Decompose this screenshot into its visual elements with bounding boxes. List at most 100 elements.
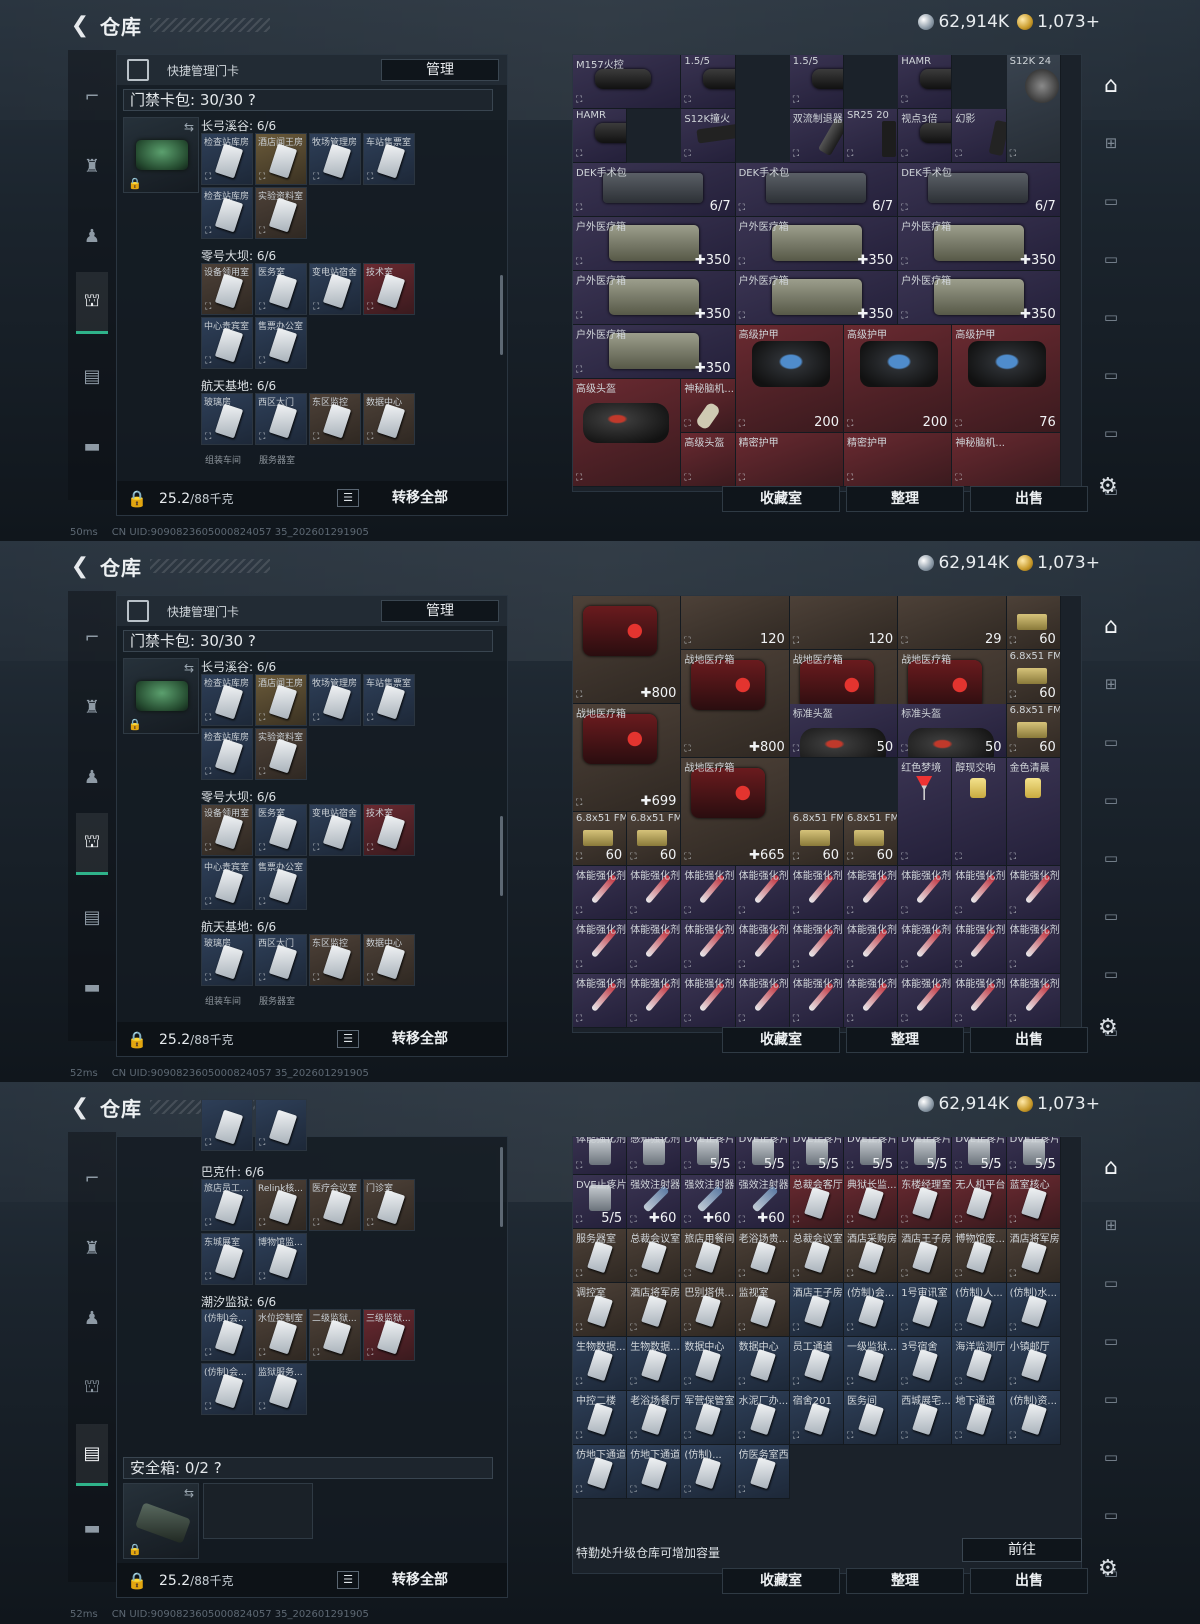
inventory-item[interactable]: 博物馆废... ⛶ <box>952 1229 1007 1283</box>
card-bag-count[interactable]: 门禁卡包: 30/30 ? <box>123 630 493 652</box>
inventory-item[interactable]: DVE止疼片 5/5 ⛶ <box>789 1137 844 1175</box>
inventory-item[interactable]: 金色清晨 ⛶ <box>1006 758 1061 866</box>
inventory-item[interactable]: 服务器室 ⛶ <box>573 1229 628 1283</box>
keycard[interactable]: 东区监控 ⛶ <box>309 393 361 445</box>
scrollbar[interactable] <box>500 1147 503 1227</box>
inventory-item[interactable]: 120 ⛶ <box>789 596 899 650</box>
inventory-item[interactable]: 强效注射器 ✚60 ⛶ <box>681 1175 736 1229</box>
organize-button[interactable]: 整理 <box>846 1027 964 1053</box>
inventory-item[interactable]: 员工通道 ⛶ <box>789 1337 844 1391</box>
inventory-item[interactable]: 体能强化剂 ⛶ <box>681 920 736 974</box>
inventory-item[interactable]: 高级护甲 200 ⛶ <box>844 325 953 433</box>
keycard[interactable]: ⛶ <box>255 1099 307 1151</box>
inventory-item[interactable]: 仿地下通道 ⛶ <box>627 1445 682 1499</box>
inventory-item[interactable]: 6.8x51 FMJ 60 ⛶ <box>1006 704 1061 758</box>
inventory-item[interactable]: DVE止疼片 5/5 ⛶ <box>681 1137 736 1175</box>
storage-4-icon[interactable]: ▭ <box>1096 1384 1126 1414</box>
inventory-item[interactable]: 神秘脑机... ⛶ <box>681 379 736 433</box>
keycard[interactable]: 售票办公室 ⛶ <box>255 858 307 910</box>
settings-gear-icon[interactable]: ⚙ <box>1098 1556 1118 1581</box>
inventory-item[interactable]: DVE止疼片 5/5 ⛶ <box>844 1137 899 1175</box>
inventory-item[interactable]: 1.5/5 ⛶ <box>681 55 736 109</box>
inventory-item[interactable]: 户外医疗箱 ✚350 ⛶ <box>573 217 736 271</box>
inventory-item[interactable]: 仿地下通道 ⛶ <box>573 1445 628 1499</box>
inventory-item[interactable]: 体能强化剂 ⛶ <box>573 866 628 920</box>
inventory-item[interactable]: S12K 24 ⛶ <box>1006 55 1061 163</box>
nav-toolbox-icon[interactable]: ▬ <box>76 430 108 462</box>
warehouse-icon[interactable]: ⌂ <box>1096 1152 1126 1182</box>
inventory-item[interactable]: 体能强化剂 ⛶ <box>627 974 682 1028</box>
safe-box-count[interactable]: 安全箱: 0/2 ? <box>123 1457 493 1479</box>
storage-2-icon[interactable]: ▭ <box>1096 1268 1126 1298</box>
inventory-item[interactable]: 总裁会客厅 ⛶ <box>789 1175 844 1229</box>
inventory-item[interactable]: 医务间 ⛶ <box>844 1391 899 1445</box>
keycard[interactable]: 博物馆监... ⛶ <box>255 1233 307 1285</box>
inventory-item[interactable]: 户外医疗箱 ✚350 ⛶ <box>735 271 899 325</box>
nav-bag-icon[interactable]: ⛫ <box>76 813 108 875</box>
inventory-item[interactable]: 体能强化剂 ⛶ <box>844 974 899 1028</box>
nav-backpack-icon[interactable]: ♟ <box>76 220 108 252</box>
inventory-item[interactable]: 户外医疗箱 ✚350 ⛶ <box>735 217 899 271</box>
keycard[interactable]: 变电站宿舍 ⛶ <box>309 804 361 856</box>
inventory-item[interactable]: 29 ⛶ <box>898 596 1007 650</box>
keycard[interactable]: 技术室 ⛶ <box>363 263 415 315</box>
manage-button[interactable]: 管理 <box>381 59 499 81</box>
inventory-item[interactable]: 酒店将军房 ⛶ <box>1006 1229 1061 1283</box>
inventory-item[interactable]: 体能强化剂 ⛶ <box>735 974 790 1028</box>
transfer-all-button[interactable]: 转移全部 <box>392 487 448 507</box>
keycard[interactable]: 车站售票室 ⛶ <box>363 674 415 726</box>
list-icon[interactable]: ☰ <box>337 489 359 507</box>
organize-button[interactable]: 整理 <box>846 486 964 512</box>
safe-box-item[interactable]: ⇆ 🔒 <box>123 1483 199 1559</box>
swap-icon[interactable]: ⇆ <box>184 120 194 134</box>
storage-6-icon[interactable]: ▭ <box>1096 959 1126 989</box>
nav-armor-icon[interactable]: ♜ <box>76 691 108 723</box>
inventory-item[interactable]: 6.8x51 FMJ 60 ⛶ <box>789 812 844 866</box>
inventory-item[interactable]: 体能强化剂 ⛶ <box>789 866 844 920</box>
nav-backpack-icon[interactable]: ♟ <box>76 1302 108 1334</box>
storage-4-icon[interactable]: ▭ <box>1096 302 1126 332</box>
keycard[interactable]: 西区大门 ⛶ <box>255 393 307 445</box>
inventory-item[interactable]: 体能强化剂 ⛶ <box>573 1137 628 1175</box>
inventory-item[interactable]: DEK手术包 6/7 ⛶ <box>735 163 899 217</box>
nav-toolbox-icon[interactable]: ▬ <box>76 1512 108 1544</box>
inventory-item[interactable]: DVE止疼片 5/5 ⛶ <box>573 1175 628 1229</box>
inventory-item[interactable]: DVE止疼片 5/5 ⛶ <box>952 1137 1007 1175</box>
inventory-item[interactable]: 宿舍201 ⛶ <box>789 1391 844 1445</box>
inventory-item[interactable]: 幻影 ⛶ <box>952 109 1007 163</box>
card-bag-item[interactable]: ⇆ 🔒 <box>123 117 199 193</box>
back-arrow-icon[interactable]: ❮ <box>70 13 90 38</box>
storage-5-icon[interactable]: ▭ <box>1096 360 1126 390</box>
storage-4-icon[interactable]: ▭ <box>1096 843 1126 873</box>
inventory-item[interactable]: 东楼经理室 ⛶ <box>898 1175 953 1229</box>
transfer-all-button[interactable]: 转移全部 <box>392 1028 448 1048</box>
inventory-item[interactable]: 体能强化剂 ⛶ <box>844 866 899 920</box>
collect-room-button[interactable]: 收藏室 <box>722 486 840 512</box>
storage-3-icon[interactable]: ▭ <box>1096 244 1126 274</box>
inventory-item[interactable]: 生物数据... ⛶ <box>627 1337 682 1391</box>
nav-armor-icon[interactable]: ♜ <box>76 1232 108 1264</box>
add-storage-icon[interactable]: ⊞ <box>1096 128 1126 158</box>
inventory-item[interactable]: 军营保管室 ⛶ <box>681 1391 736 1445</box>
manage-button[interactable]: 管理 <box>381 600 499 622</box>
add-storage-icon[interactable]: ⊞ <box>1096 1210 1126 1240</box>
settings-gear-icon[interactable]: ⚙ <box>1098 474 1118 499</box>
inventory-item[interactable]: HAMR ⛶ <box>573 109 628 163</box>
nav-pistol-icon[interactable]: ⌐ <box>76 80 108 112</box>
inventory-item[interactable]: 体能强化剂 ⛶ <box>898 974 953 1028</box>
inventory-item[interactable]: 酒店采购房 ⛶ <box>844 1229 899 1283</box>
keycard[interactable]: 数据中心 ⛶ <box>363 393 415 445</box>
keycard[interactable]: 实验资料室 ⛶ <box>255 728 307 780</box>
inventory-item[interactable]: 巴别塔供... ⛶ <box>681 1283 736 1337</box>
inventory-item[interactable]: 6.8x51 FMJ 60 ⛶ <box>627 812 682 866</box>
inventory-item[interactable]: 生物数据... ⛶ <box>573 1337 628 1391</box>
keycard[interactable]: 设备领用室 ⛶ <box>201 263 253 315</box>
keycard[interactable]: Relink核... ⛶ <box>255 1179 307 1231</box>
inventory-item[interactable]: 战地医疗箱 ✚699 ⛶ <box>573 704 682 812</box>
inventory-item[interactable]: 神秘脑机... ⛶ <box>952 433 1061 487</box>
inventory-item[interactable]: 户外医疗箱 ✚350 ⛶ <box>573 325 736 379</box>
inventory-item[interactable]: 海洋监测厅 ⛶ <box>952 1337 1007 1391</box>
inventory-item[interactable]: 体能强化剂 ⛶ <box>952 866 1007 920</box>
list-icon[interactable]: ☰ <box>337 1571 359 1589</box>
inventory-item[interactable]: DVE止疼片 5/5 ⛶ <box>898 1137 953 1175</box>
